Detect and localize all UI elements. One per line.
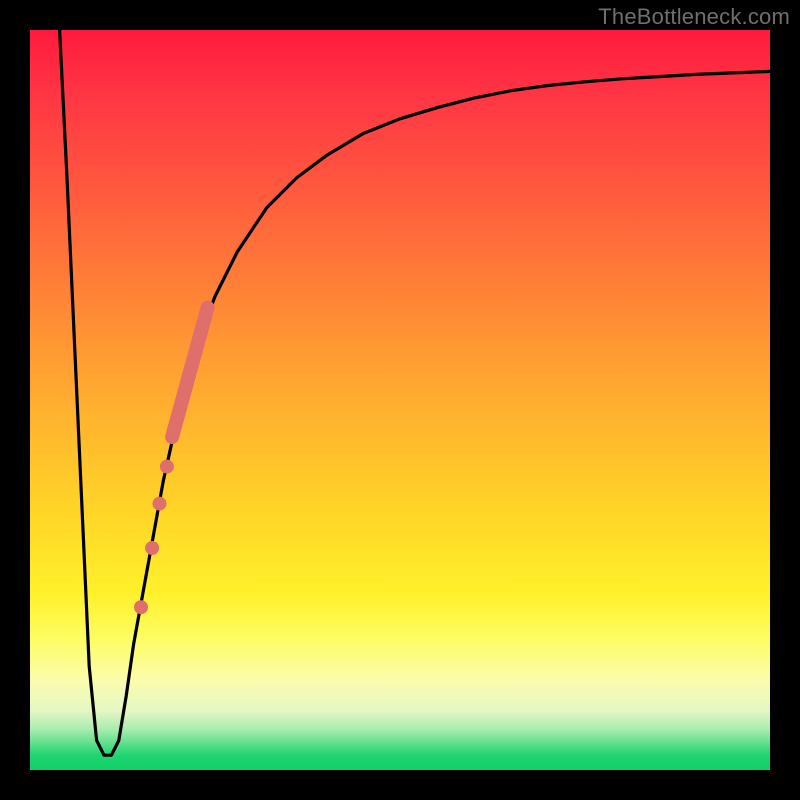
watermark-text: TheBottleneck.com <box>598 4 790 30</box>
curve-layer <box>30 30 770 770</box>
pink-dot <box>153 497 167 511</box>
pink-dot <box>145 541 159 555</box>
pink-dot <box>160 460 174 474</box>
pink-dot <box>134 600 148 614</box>
bottleneck-curve <box>60 30 770 755</box>
pink-band <box>172 308 208 438</box>
plot-area <box>30 30 770 770</box>
chart-frame: TheBottleneck.com <box>0 0 800 800</box>
